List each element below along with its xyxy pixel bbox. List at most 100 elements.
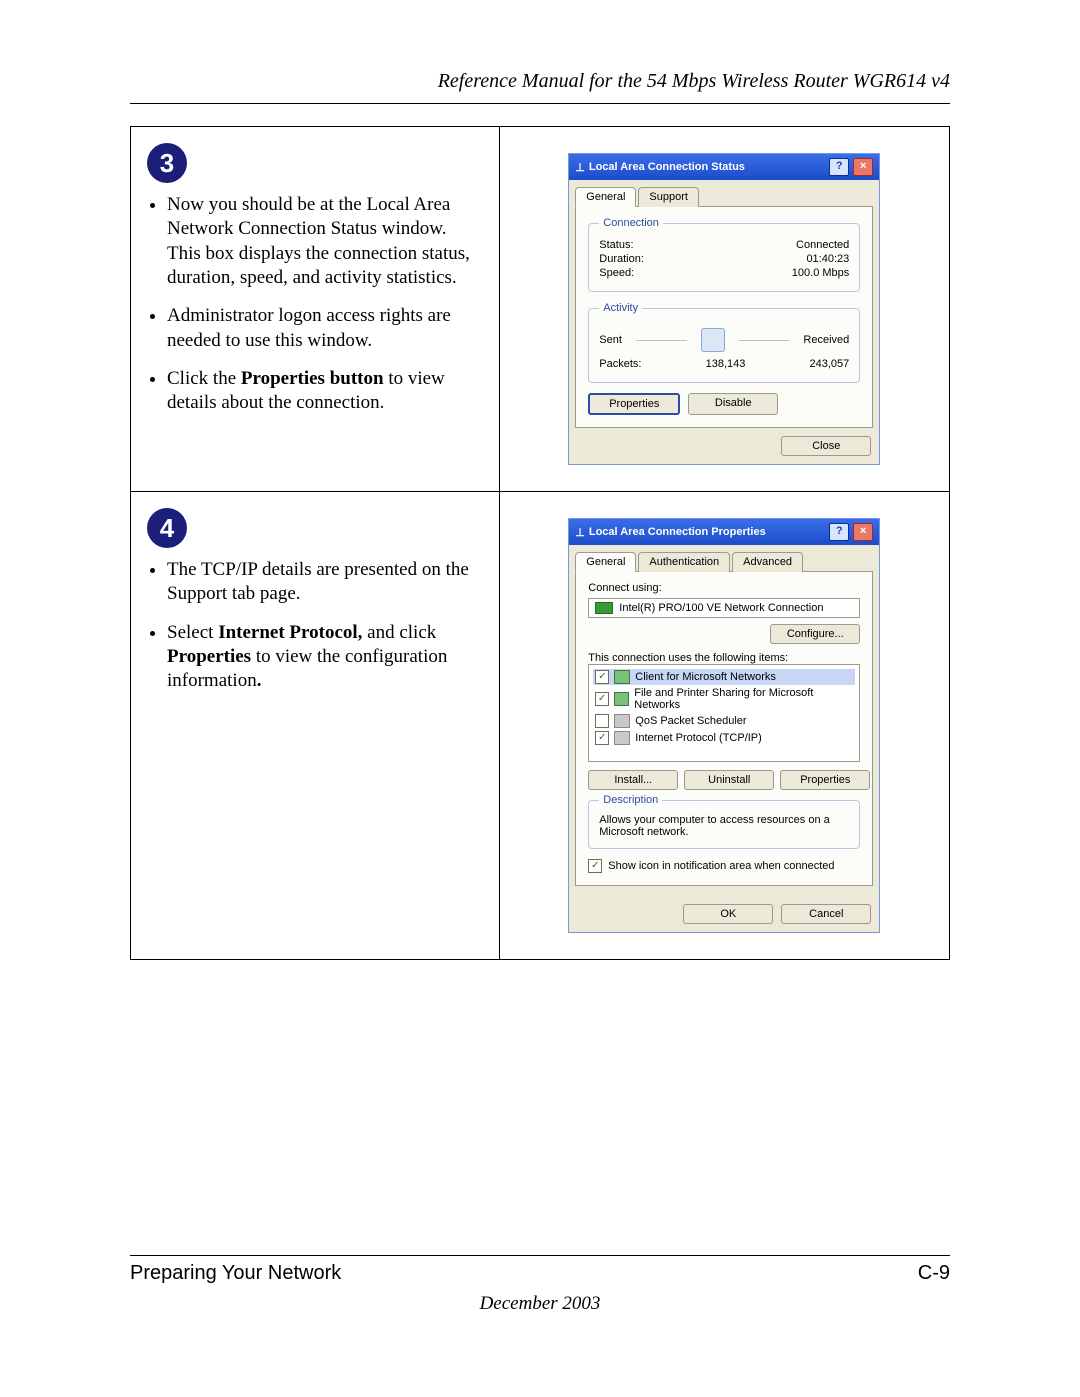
tab-advanced[interactable]: Advanced [732,552,803,572]
step3-b3-prefix: Click the [167,368,241,389]
step3-bullets: Now you should be at the Local Area Netw… [167,193,485,416]
ok-button[interactable]: OK [683,904,773,924]
description-legend: Description [599,794,662,806]
properties-tabs: General Authentication Advanced [569,545,879,571]
component-label: Client for Microsoft Networks [635,671,776,683]
configure-button[interactable]: Configure... [770,624,860,644]
component-label: Internet Protocol (TCP/IP) [635,732,762,744]
step-number-4: 4 [147,508,187,548]
help-icon[interactable]: ? [829,523,849,541]
step4-bullet-2: Select Internet Protocol, and click Prop… [167,621,485,694]
document-page: Reference Manual for the 54 Mbps Wireles… [0,0,1080,1397]
duration-value: 01:40:23 [806,253,849,265]
activity-legend: Activity [599,302,642,314]
description-text: Allows your computer to access resources… [599,814,849,838]
packets-sent: 138,143 [641,358,809,370]
status-dialog: ⊥ Local Area Connection Status ? × Gener… [568,153,880,465]
component-icon [614,670,630,684]
nic-icon [595,602,613,614]
step4-bullet-1: The TCP/IP details are presented on the … [167,558,485,607]
step3-text-cell: 3 Now you should be at the Local Area Ne… [131,127,500,492]
properties-button[interactable]: Properties [588,393,680,415]
connection-legend: Connection [599,217,663,229]
sent-label: Sent [599,334,622,346]
component-icon [614,692,629,706]
connection-fieldset: Connection Status: Connected Duration: 01:… [588,217,860,292]
uninstall-button[interactable]: Uninstall [684,770,774,790]
duration-label: Duration: [599,253,644,265]
page-footer: Preparing Your Network C-9 December 2003 [130,1255,950,1315]
footer-left: Preparing Your Network [130,1262,341,1285]
activity-icon [701,328,725,352]
status-label: Status: [599,239,633,251]
checkbox-icon[interactable]: ✓ [595,670,609,684]
step4-screenshot-cell: ⊥ Local Area Connection Properties ? × G… [499,492,949,960]
checkbox-icon[interactable]: ✓ [595,731,609,745]
header-divider [130,103,950,104]
description-fieldset: Description Allows your computer to acce… [588,794,860,849]
nic-field: Intel(R) PRO/100 VE Network Connection [588,598,860,618]
network-icon: ⊥ [575,526,585,539]
nic-name: Intel(R) PRO/100 VE Network Connection [619,602,823,614]
page-header: Reference Manual for the 54 Mbps Wireles… [130,70,950,99]
tab-general[interactable]: General [575,187,636,207]
network-icon: ⊥ [575,161,585,174]
speed-label: Speed: [599,267,634,279]
packets-received: 243,057 [810,358,850,370]
properties-titlebar: ⊥ Local Area Connection Properties ? × [569,519,879,545]
status-title: Local Area Connection Status [589,161,745,173]
s4b2-mid: and click [362,622,436,643]
received-label: Received [803,334,849,346]
footer-divider [130,1255,950,1256]
close-button[interactable]: Close [781,436,871,456]
tab-authentication[interactable]: Authentication [638,552,730,572]
close-icon[interactable]: × [853,523,873,541]
speed-value: 100.0 Mbps [792,267,849,279]
step4-text-cell: 4 The TCP/IP details are presented on th… [131,492,500,960]
footer-right: C-9 [918,1262,950,1285]
list-item[interactable]: ✓ Internet Protocol (TCP/IP) [593,730,855,746]
component-icon [614,731,630,745]
status-tab-body: Connection Status: Connected Duration: 01:… [575,206,873,428]
show-icon-checkbox[interactable]: ✓ [588,859,602,873]
component-label: File and Printer Sharing for Microsoft N… [634,687,853,711]
activity-fieldset: Activity Sent Received Packets: 138,143 [588,302,860,383]
connect-using-label: Connect using: [588,582,860,594]
s4b2-bold2: Properties [167,646,251,667]
components-listbox[interactable]: ✓ Client for Microsoft Networks ✓ File a… [588,664,860,762]
list-item[interactable]: QoS Packet Scheduler [593,713,855,729]
item-properties-button[interactable]: Properties [780,770,870,790]
tab-support[interactable]: Support [638,187,699,207]
s4b2-bold1: Internet Protocol, [218,622,362,643]
component-label: QoS Packet Scheduler [635,715,746,727]
list-item[interactable]: ✓ File and Printer Sharing for Microsoft… [593,686,855,712]
step3-screenshot-cell: ⊥ Local Area Connection Status ? × Gener… [499,127,949,492]
checkbox-icon[interactable]: ✓ [595,692,609,706]
help-icon[interactable]: ? [829,158,849,176]
step-number-3: 3 [147,143,187,183]
tab-general[interactable]: General [575,552,636,572]
properties-dialog: ⊥ Local Area Connection Properties ? × G… [568,518,880,933]
steps-table: 3 Now you should be at the Local Area Ne… [130,126,950,960]
list-item[interactable]: ✓ Client for Microsoft Networks [593,669,855,685]
status-value: Connected [796,239,849,251]
cancel-button[interactable]: Cancel [781,904,871,924]
close-icon[interactable]: × [853,158,873,176]
show-icon-label: Show icon in notification area when conn… [608,860,834,872]
s4b2-dot: . [257,670,262,691]
step3-bullet-1: Now you should be at the Local Area Netw… [167,193,485,290]
checkbox-icon[interactable] [595,714,609,728]
footer-date: December 2003 [130,1293,950,1315]
properties-title: Local Area Connection Properties [589,526,766,538]
s4b2-1: Select [167,622,218,643]
properties-tab-body: Connect using: Intel(R) PRO/100 VE Netwo… [575,571,873,886]
disable-button[interactable]: Disable [688,393,778,415]
step3-bullet-3: Click the Properties button to view deta… [167,367,485,416]
install-button[interactable]: Install... [588,770,678,790]
step3-b3-bold: Properties button [241,368,384,389]
packets-label: Packets: [599,358,641,370]
step4-bullets: The TCP/IP details are presented on the … [167,558,485,694]
component-icon [614,714,630,728]
status-tabs: General Support [569,180,879,206]
status-titlebar: ⊥ Local Area Connection Status ? × [569,154,879,180]
